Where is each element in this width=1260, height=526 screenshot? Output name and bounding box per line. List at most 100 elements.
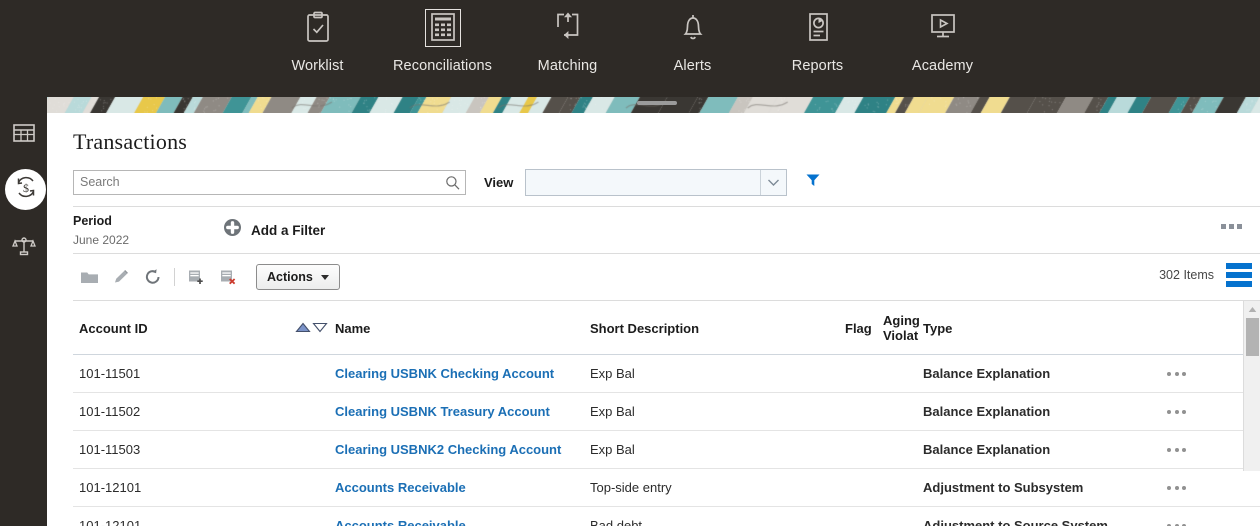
- nav-item-academy[interactable]: Academy: [880, 0, 1005, 74]
- folder-icon[interactable]: [73, 262, 105, 292]
- view-label: View: [484, 174, 514, 190]
- plus-circle-icon: [223, 218, 242, 242]
- column-header-account-id[interactable]: Account ID: [73, 301, 295, 355]
- nav-item-label: Alerts: [673, 58, 712, 74]
- column-header-aging-violation-text: Aging Violat: [883, 313, 920, 343]
- filter-bar: Period June 2022 Add a Filter: [73, 206, 1260, 254]
- nav-item-reconciliations[interactable]: Reconciliations: [380, 0, 505, 74]
- cell-type: Adjustment to Source System: [923, 506, 1163, 526]
- delete-row-icon[interactable]: [212, 262, 244, 292]
- sort-ascending-icon[interactable]: [295, 321, 311, 336]
- cell-spacer: [295, 354, 335, 393]
- filter-chip-period[interactable]: Period June 2022: [73, 214, 223, 247]
- cell-flag: [845, 506, 883, 526]
- table-row[interactable]: 101-11503 Clearing USBNK2 Checking Accou…: [73, 430, 1260, 469]
- funnel-filter-icon[interactable]: [805, 172, 821, 193]
- balance-scale-icon: [11, 235, 36, 262]
- cell-spacer: [295, 506, 335, 526]
- cell-spacer: [295, 468, 335, 507]
- filter-chip-label: Period: [73, 213, 112, 228]
- row-actions-menu[interactable]: [1163, 485, 1260, 490]
- nav-item-label: Reports: [791, 58, 844, 74]
- cell-flag: [845, 430, 883, 469]
- search-input[interactable]: [74, 170, 465, 194]
- nav-item-alerts[interactable]: Alerts: [630, 0, 755, 74]
- column-header-short-description[interactable]: Short Description: [590, 301, 845, 355]
- toolbar-right-group: 302 Items: [1159, 263, 1252, 287]
- cell-account-id: 101-11502: [73, 392, 295, 431]
- nav-item-label: Academy: [911, 58, 974, 74]
- column-header-aging-violation[interactable]: Aging Violat: [883, 301, 923, 355]
- column-header-type[interactable]: Type: [923, 301, 1163, 355]
- cell-account-id: 101-12101: [73, 506, 295, 526]
- cell-aging-violation: [883, 468, 923, 507]
- table-row[interactable]: 101-11502 Clearing USBNK Treasury Accoun…: [73, 392, 1260, 431]
- edit-pencil-icon[interactable]: [105, 262, 137, 292]
- cell-account-id: 101-11503: [73, 430, 295, 469]
- add-filter-button[interactable]: Add a Filter: [223, 218, 325, 242]
- table-row[interactable]: 101-11501 Clearing USBNK Checking Accoun…: [73, 354, 1260, 393]
- column-header-name[interactable]: Name: [335, 301, 590, 355]
- nav-item-worklist[interactable]: Worklist: [255, 0, 380, 74]
- cell-account-id: 101-11501: [73, 354, 295, 393]
- refresh-icon[interactable]: [137, 262, 169, 292]
- nav-item-label: Reconciliations: [392, 58, 493, 74]
- scrollbar-thumb[interactable]: [1245, 318, 1259, 356]
- scroll-up-arrow-icon[interactable]: [1244, 301, 1260, 317]
- decorative-banner: [47, 97, 1260, 113]
- view-select[interactable]: [525, 168, 788, 196]
- cell-flag: [845, 392, 883, 431]
- clipboard-check-icon: [303, 8, 333, 48]
- cell-spacer: [295, 392, 335, 431]
- content-panel: Transactions View: [47, 97, 1260, 526]
- add-row-icon[interactable]: [180, 262, 212, 292]
- search-box[interactable]: [73, 169, 466, 195]
- sort-descending-icon[interactable]: [312, 321, 328, 336]
- cell-flag: [845, 354, 883, 393]
- toolbar-divider: [174, 268, 175, 286]
- caret-down-icon: [320, 274, 329, 280]
- cell-spacer: [295, 430, 335, 469]
- cell-short-description: Exp Bal: [590, 430, 845, 469]
- row-name-link[interactable]: Accounts Receivable: [335, 518, 466, 526]
- filter-chip-value: June 2022: [73, 232, 130, 247]
- sort-controls: [295, 301, 335, 355]
- column-header-flag[interactable]: Flag: [845, 301, 883, 355]
- table-row[interactable]: 101-12101 Accounts Receivable Top-side e…: [73, 468, 1260, 507]
- nav-item-matching[interactable]: Matching: [505, 0, 630, 74]
- nav-item-label: Matching: [537, 58, 598, 74]
- search-icon[interactable]: [445, 175, 460, 195]
- nav-item-label: Worklist: [291, 58, 344, 74]
- match-arrows-icon: [553, 8, 583, 48]
- filter-bar-overflow-menu[interactable]: [1221, 224, 1242, 229]
- sidebar-item-grid[interactable]: [0, 115, 47, 155]
- grid-table-icon: [12, 123, 35, 148]
- add-filter-label: Add a Filter: [251, 222, 326, 238]
- cell-aging-violation: [883, 392, 923, 431]
- sidebar-item-balance[interactable]: [0, 228, 47, 268]
- search-toolbar: View: [73, 168, 1260, 196]
- chevron-down-icon[interactable]: [760, 169, 786, 195]
- sidebar-item-currency[interactable]: $: [5, 169, 46, 210]
- page-title: Transactions: [73, 129, 188, 154]
- cell-short-description: Exp Bal: [590, 392, 845, 431]
- row-name-link[interactable]: Clearing USBNK Checking Account: [335, 366, 554, 381]
- grid-vertical-scrollbar[interactable]: [1243, 301, 1260, 471]
- row-name-link[interactable]: Clearing USBNK2 Checking Account: [335, 442, 561, 457]
- list-view-icon[interactable]: [1226, 263, 1252, 287]
- bell-icon: [679, 8, 707, 48]
- nav-item-reports[interactable]: Reports: [755, 0, 880, 74]
- monitor-play-icon: [927, 8, 959, 48]
- cell-aging-violation: [883, 506, 923, 526]
- cell-type: Balance Explanation: [923, 430, 1163, 469]
- actions-button[interactable]: Actions: [256, 264, 340, 290]
- row-name-link[interactable]: Accounts Receivable: [335, 480, 466, 495]
- cell-type: Adjustment to Subsystem: [923, 468, 1163, 507]
- left-sidebar: $: [0, 95, 47, 526]
- table-row[interactable]: 101-12101 Accounts Receivable Bad debt A…: [73, 506, 1260, 526]
- panel-drag-handle[interactable]: [637, 101, 677, 105]
- cell-type: Balance Explanation: [923, 392, 1163, 431]
- cell-aging-violation: [883, 354, 923, 393]
- row-name-link[interactable]: Clearing USBNK Treasury Account: [335, 404, 550, 419]
- table-grid-icon: [424, 8, 461, 48]
